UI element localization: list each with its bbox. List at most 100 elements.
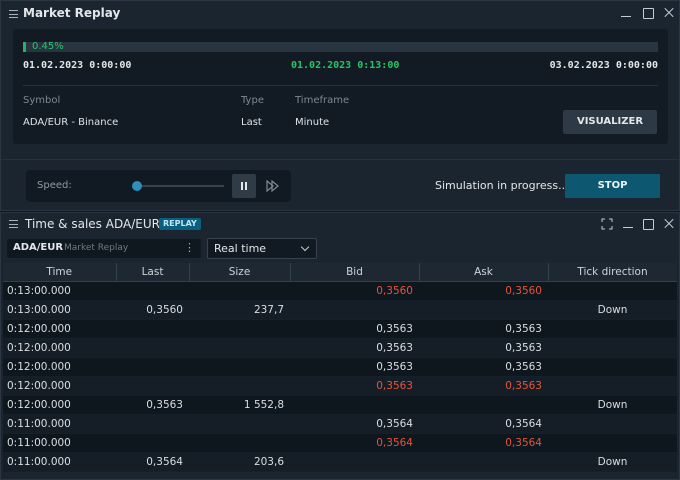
table-row[interactable]: 0:12:00.000 0,3563 1 552,8 Down [3,395,677,415]
symbol-name: ADA/EUR [13,242,64,253]
cell-ask [419,300,548,320]
cell-time: 0:12:00.000 [3,395,116,415]
expand-icon[interactable] [600,217,614,231]
visualizer-button[interactable]: VISUALIZER [563,110,657,134]
progress-percent: 0.45% [32,41,64,52]
maximize-icon[interactable] [641,6,655,20]
symbol-selector[interactable]: ADA/EUR Market Replay ⋮ [7,239,201,258]
minimize-icon[interactable] [621,217,635,231]
table-row[interactable]: 0:11:00.000 0,3564 203,6 Down [3,452,677,472]
minimize-icon[interactable] [619,6,633,20]
table-row[interactable]: 0:12:00.000 0,3563 0,3563 [3,338,677,358]
cell-last: 0,3563 [116,395,189,415]
cell-bid [290,452,419,472]
cell-bid [290,395,419,415]
fast-forward-button[interactable] [261,174,285,198]
cell-tick-direction: Down [548,395,677,415]
column-header-bid[interactable]: Bid [290,263,420,282]
time-and-sales-titlebar: Time & sales ADA/EUR REPLAY [1,213,679,237]
cell-size [189,376,290,396]
cell-bid: 0,3560 [290,281,419,301]
speed-control: Speed: [26,170,291,202]
time-and-sales-panel: Time & sales ADA/EUR REPLAY ADA/EUR Mark… [0,212,680,480]
cell-time: 0:11:00.000 [3,414,116,434]
speed-slider-handle[interactable] [132,181,142,191]
progress-fill [23,42,26,52]
cell-last: 0,3564 [116,452,189,472]
cell-ask: 0,3563 [419,319,548,339]
menu-icon[interactable] [9,10,18,18]
column-header-last[interactable]: Last [116,263,190,282]
speed-label: Speed: [37,180,72,191]
table-row[interactable]: 0:12:00.000 0,3563 0,3563 [3,319,677,339]
cell-time: 0:13:00.000 [3,281,116,301]
table-row[interactable]: 0:11:00.000 0,3564 0,3564 [3,414,677,434]
pause-button[interactable] [232,174,256,198]
replay-badge: REPLAY [159,218,201,230]
cell-ask [419,452,548,472]
cell-time: 0:12:00.000 [3,357,116,377]
cell-size [189,414,290,434]
table-row[interactable]: 0:11:00.000 0,3564 0,3564 [3,433,677,453]
cell-last [116,376,189,396]
column-header-tick-direction[interactable]: Tick direction [548,263,677,282]
type-value: Last [241,117,262,128]
fast-forward-icon [266,179,279,193]
replay-info-card: 0.45% 01.02.2023 0:00:00 01.02.2023 0:13… [13,29,668,144]
cell-size: 1 552,8 [189,395,290,415]
cell-bid: 0,3563 [290,338,419,358]
timeframe-value: Minute [295,117,330,128]
cell-last [116,357,189,377]
maximize-icon[interactable] [641,217,655,231]
table-row[interactable]: 0:12:00.000 0,3563 0,3563 [3,357,677,377]
cell-bid: 0,3563 [290,376,419,396]
cell-ask: 0,3560 [419,281,548,301]
mode-value: Real time [214,242,267,255]
column-header-ask[interactable]: Ask [419,263,549,282]
cell-time: 0:11:00.000 [3,452,116,472]
table-row[interactable]: 0:13:00.000 0,3560 0,3560 [3,281,677,301]
divider [23,85,658,86]
cell-time: 0:13:00.000 [3,300,116,320]
cell-ask: 0,3563 [419,376,548,396]
symbol-header: Symbol [23,95,61,106]
column-header-time[interactable]: Time [3,263,117,282]
cell-last [116,414,189,434]
table-header-row: Time Last Size Bid Ask Tick direction [3,263,677,282]
cell-last [116,319,189,339]
symbol-source: Market Replay [64,243,129,253]
speed-slider-track[interactable] [136,185,224,187]
cell-size: 237,7 [189,300,290,320]
close-icon[interactable] [662,6,676,20]
cell-size [189,281,290,301]
close-icon[interactable] [662,217,676,231]
cell-size [189,338,290,358]
mode-dropdown[interactable]: Real time [207,238,317,259]
timeframe-header: Timeframe [295,95,350,106]
cell-time: 0:11:00.000 [3,433,116,453]
cell-last: 0,3560 [116,300,189,320]
replay-progress-bar[interactable] [23,42,658,52]
cell-size [189,433,290,453]
cell-ask: 0,3563 [419,338,548,358]
cell-tick-direction [548,319,677,339]
cell-ask: 0,3563 [419,357,548,377]
cell-time: 0:12:00.000 [3,319,116,339]
cell-size [189,319,290,339]
table-row[interactable]: 0:12:00.000 0,3563 0,3563 [3,376,677,396]
cell-last [116,433,189,453]
cell-last [116,281,189,301]
cell-bid: 0,3564 [290,433,419,453]
divider [1,159,679,160]
cell-tick-direction [548,433,677,453]
menu-icon[interactable] [9,220,18,228]
cell-tick-direction: Down [548,452,677,472]
stop-button[interactable]: STOP [565,174,660,198]
panel-title: Market Replay [23,6,121,20]
cell-bid: 0,3563 [290,319,419,339]
column-header-size[interactable]: Size [189,263,291,282]
cell-size [189,357,290,377]
cell-bid [290,300,419,320]
table-row[interactable]: 0:13:00.000 0,3560 237,7 Down [3,300,677,320]
more-options-icon[interactable]: ⋮ [184,241,195,254]
